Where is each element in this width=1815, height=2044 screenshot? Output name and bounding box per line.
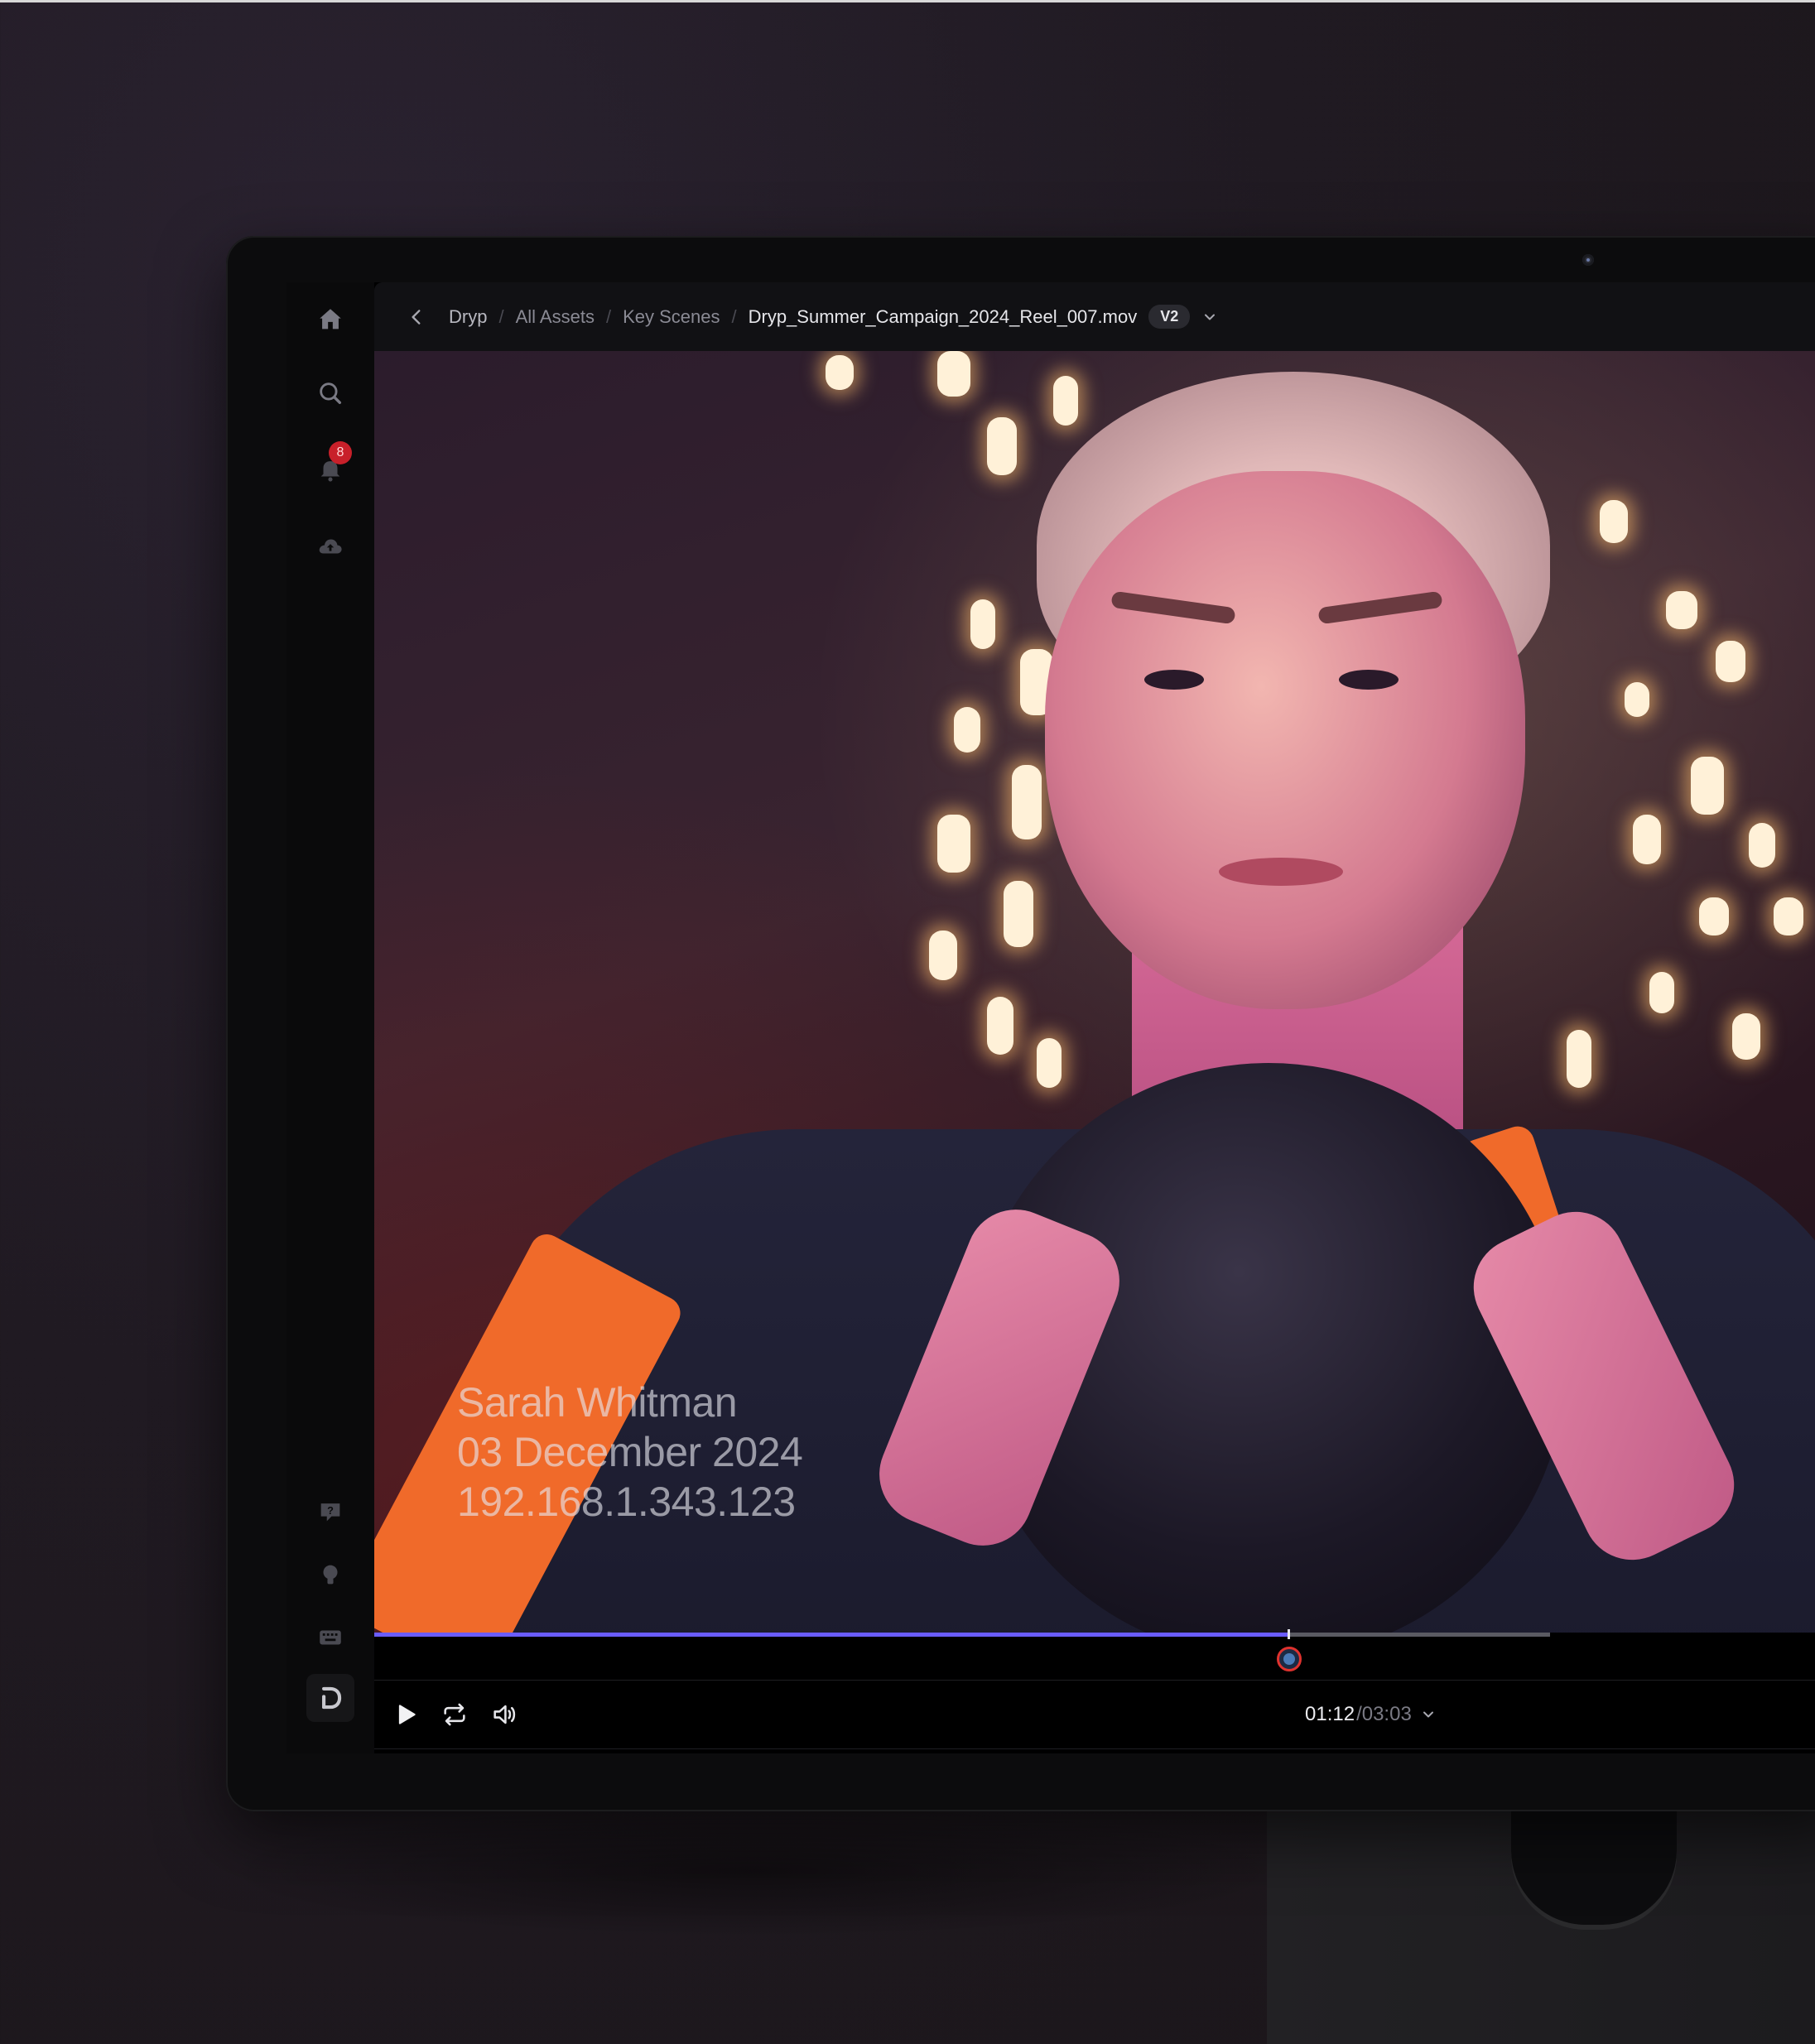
breadcrumb: Dryp / All Assets / Key Scenes / Dryp_Su… [406, 282, 1218, 351]
eye [1144, 670, 1204, 690]
svg-text:?: ? [327, 1504, 334, 1517]
bokeh-light [1037, 1038, 1062, 1088]
bokeh-light [1699, 897, 1729, 935]
comment-marker-avatar[interactable] [1277, 1647, 1302, 1671]
breadcrumb-separator: / [605, 305, 612, 327]
search-icon[interactable] [312, 375, 349, 411]
keyboard-icon[interactable] [312, 1619, 349, 1656]
loop-button[interactable] [437, 1697, 472, 1732]
bokeh-light [1633, 815, 1661, 864]
bokeh-light [1053, 376, 1078, 426]
play-button[interactable] [388, 1697, 423, 1732]
version-dropdown-button[interactable] [1201, 309, 1218, 325]
bokeh-light [937, 351, 970, 397]
version-badge[interactable]: V2 [1148, 305, 1191, 329]
breadcrumb-separator: / [498, 305, 504, 327]
help-icon[interactable]: ? [312, 1493, 349, 1530]
webcam-icon [1582, 254, 1594, 266]
video-frame[interactable]: Sarah Whitman 03 December 2024 192.168.1… [374, 351, 1815, 1633]
watermark-ip: 192.168.1.343.123 [457, 1479, 796, 1525]
breadcrumb-current-file: Dryp_Summer_Campaign_2024_Reel_007.mov [748, 305, 1138, 327]
timeline-progress[interactable] [374, 1633, 1288, 1637]
notification-badge: 8 [329, 441, 352, 464]
bokeh-light [987, 997, 1013, 1055]
chevron-down-icon [1205, 314, 1216, 320]
bokeh-light [1774, 897, 1803, 935]
watermark-overlay: Sarah Whitman 03 December 2024 192.168.1… [457, 1378, 803, 1527]
bokeh-light [1600, 500, 1628, 543]
current-time: 01:12 [1305, 1703, 1355, 1725]
bokeh-light [937, 815, 970, 873]
bokeh-light [1716, 641, 1745, 682]
bokeh-light [1004, 881, 1033, 947]
bokeh-light [987, 417, 1017, 475]
bokeh-light [1649, 972, 1674, 1013]
play-icon [398, 1705, 416, 1724]
bokeh-light [1732, 1013, 1760, 1060]
back-button[interactable] [406, 306, 427, 328]
dryp-logo-icon[interactable] [306, 1674, 354, 1722]
timeline-playhead[interactable] [1288, 1629, 1290, 1639]
bokeh-light [826, 355, 854, 390]
bokeh-light [1749, 823, 1775, 868]
bokeh-light [1666, 591, 1697, 629]
watermark-date: 03 December 2024 [457, 1429, 803, 1475]
time-display[interactable]: 01:12 /03:03 [1305, 1681, 1437, 1748]
player-controls: 01:12 /03:03 [374, 1680, 1815, 1749]
loop-icon [444, 1703, 465, 1726]
breadcrumb-bar: Dryp / All Assets / Key Scenes / Dryp_Su… [374, 282, 1815, 352]
home-icon[interactable] [312, 301, 349, 338]
cloud-upload-icon[interactable] [312, 528, 349, 565]
chevron-down-icon [1423, 1711, 1433, 1718]
breadcrumb-separator: / [731, 305, 737, 327]
person-face [1045, 471, 1525, 1009]
breadcrumb-item-all-assets[interactable]: All Assets [516, 306, 595, 328]
bokeh-light [954, 707, 980, 753]
bokeh-light [970, 599, 995, 649]
lightbulb-icon[interactable] [312, 1556, 349, 1593]
bokeh-light [929, 931, 957, 980]
breadcrumb-item-key-scenes[interactable]: Key Scenes [623, 306, 720, 328]
volume-icon [493, 1705, 516, 1724]
bokeh-light [1012, 765, 1042, 839]
eye [1339, 670, 1399, 690]
app-screen: 8 ? Dryp / All Assets / Key Scenes / Dry… [286, 282, 1815, 1753]
mouth [1219, 858, 1343, 886]
sidebar: 8 ? [286, 282, 374, 1753]
bokeh-light [1567, 1030, 1591, 1088]
watermark-name: Sarah Whitman [457, 1379, 738, 1426]
breadcrumb-item-dryp[interactable]: Dryp [449, 306, 487, 328]
total-time: /03:03 [1356, 1703, 1412, 1725]
top-edge-line [0, 0, 1815, 2]
bokeh-light [1625, 682, 1649, 717]
bokeh-light [1691, 757, 1724, 815]
chevron-left-icon [412, 309, 421, 325]
volume-button[interactable] [487, 1697, 522, 1732]
monitor-shadow [215, 1805, 1292, 1937]
